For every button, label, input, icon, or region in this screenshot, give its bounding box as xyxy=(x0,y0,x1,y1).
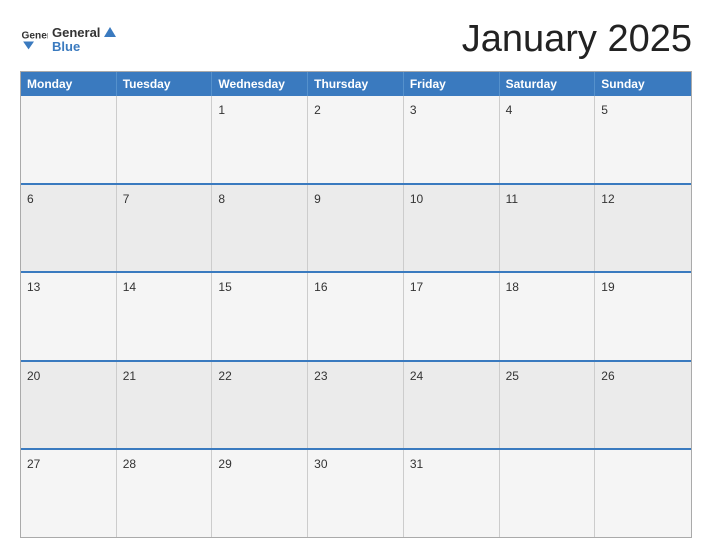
day-number: 10 xyxy=(410,192,423,206)
header: General General Blue January 2025 xyxy=(20,18,692,61)
day-cell-4-1: 28 xyxy=(117,450,213,537)
logo: General General Blue xyxy=(20,24,118,55)
day-cell-2-1: 14 xyxy=(117,273,213,360)
day-number: 29 xyxy=(218,457,231,471)
calendar-body: 1234567891011121314151617181920212223242… xyxy=(21,96,691,537)
day-number: 28 xyxy=(123,457,136,471)
day-cell-0-6: 5 xyxy=(595,96,691,183)
day-cell-3-0: 20 xyxy=(21,362,117,449)
day-cell-1-5: 11 xyxy=(500,185,596,272)
day-cell-2-6: 19 xyxy=(595,273,691,360)
day-number: 4 xyxy=(506,103,513,117)
header-monday: Monday xyxy=(21,72,117,96)
day-number: 9 xyxy=(314,192,321,206)
header-sunday: Sunday xyxy=(595,72,691,96)
day-cell-3-1: 21 xyxy=(117,362,213,449)
day-cell-0-5: 4 xyxy=(500,96,596,183)
week-5: 27 28 29 30 31 xyxy=(21,448,691,537)
day-cell-3-2: 22 xyxy=(212,362,308,449)
day-cell-0-3: 2 xyxy=(308,96,404,183)
header-tuesday: Tuesday xyxy=(117,72,213,96)
header-wednesday: Wednesday xyxy=(212,72,308,96)
day-cell-1-0: 6 xyxy=(21,185,117,272)
day-cell-1-4: 10 xyxy=(404,185,500,272)
day-number: 27 xyxy=(27,457,40,471)
day-number: 19 xyxy=(601,280,614,294)
day-number: 25 xyxy=(506,369,519,383)
svg-text:General: General xyxy=(22,30,48,41)
day-number: 1 xyxy=(218,103,225,117)
header-saturday: Saturday xyxy=(500,72,596,96)
day-cell-0-1 xyxy=(117,96,213,183)
day-cell-0-4: 3 xyxy=(404,96,500,183)
day-cell-4-6 xyxy=(595,450,691,537)
day-number: 3 xyxy=(410,103,417,117)
header-friday: Friday xyxy=(404,72,500,96)
day-cell-2-4: 17 xyxy=(404,273,500,360)
day-cell-3-4: 24 xyxy=(404,362,500,449)
day-cell-4-5 xyxy=(500,450,596,537)
day-cell-0-2: 1 xyxy=(212,96,308,183)
page: General General Blue January 2025 Monday… xyxy=(0,0,712,550)
day-cell-4-0: 27 xyxy=(21,450,117,537)
day-cell-3-6: 26 xyxy=(595,362,691,449)
day-number: 24 xyxy=(410,369,423,383)
day-number: 2 xyxy=(314,103,321,117)
week-3: 13 14 15 16 17 18 19 xyxy=(21,271,691,360)
day-cell-1-3: 9 xyxy=(308,185,404,272)
logo-icon: General xyxy=(20,26,48,54)
day-number: 23 xyxy=(314,369,327,383)
day-cell-1-6: 12 xyxy=(595,185,691,272)
day-number: 20 xyxy=(27,369,40,383)
day-cell-3-3: 23 xyxy=(308,362,404,449)
week-2: 6 7 8 9 10 11 12 xyxy=(21,183,691,272)
day-cell-0-0 xyxy=(21,96,117,183)
day-number: 13 xyxy=(27,280,40,294)
day-cell-4-2: 29 xyxy=(212,450,308,537)
day-number: 15 xyxy=(218,280,231,294)
day-number: 11 xyxy=(506,192,518,206)
day-number: 5 xyxy=(601,103,608,117)
day-number: 7 xyxy=(123,192,130,206)
calendar-header: Monday Tuesday Wednesday Thursday Friday… xyxy=(21,72,691,96)
logo-blue: Blue xyxy=(52,40,118,55)
day-number: 16 xyxy=(314,280,327,294)
logo-triangle-icon xyxy=(102,24,118,40)
header-thursday: Thursday xyxy=(308,72,404,96)
day-cell-2-5: 18 xyxy=(500,273,596,360)
day-number: 14 xyxy=(123,280,136,294)
day-cell-1-1: 7 xyxy=(117,185,213,272)
day-number: 12 xyxy=(601,192,614,206)
day-number: 31 xyxy=(410,457,423,471)
day-cell-3-5: 25 xyxy=(500,362,596,449)
day-number: 18 xyxy=(506,280,519,294)
calendar: Monday Tuesday Wednesday Thursday Friday… xyxy=(20,71,692,538)
day-number: 21 xyxy=(123,369,136,383)
day-cell-2-3: 16 xyxy=(308,273,404,360)
day-cell-2-2: 15 xyxy=(212,273,308,360)
month-title: January 2025 xyxy=(462,18,692,61)
day-number: 30 xyxy=(314,457,327,471)
day-number: 26 xyxy=(601,369,614,383)
day-cell-4-4: 31 xyxy=(404,450,500,537)
day-cell-1-2: 8 xyxy=(212,185,308,272)
day-cell-4-3: 30 xyxy=(308,450,404,537)
week-4: 20 21 22 23 24 25 26 xyxy=(21,360,691,449)
day-number: 22 xyxy=(218,369,231,383)
day-cell-2-0: 13 xyxy=(21,273,117,360)
day-number: 8 xyxy=(218,192,225,206)
day-number: 17 xyxy=(410,280,423,294)
day-number: 6 xyxy=(27,192,34,206)
week-1: 1 2 3 4 5 xyxy=(21,96,691,183)
